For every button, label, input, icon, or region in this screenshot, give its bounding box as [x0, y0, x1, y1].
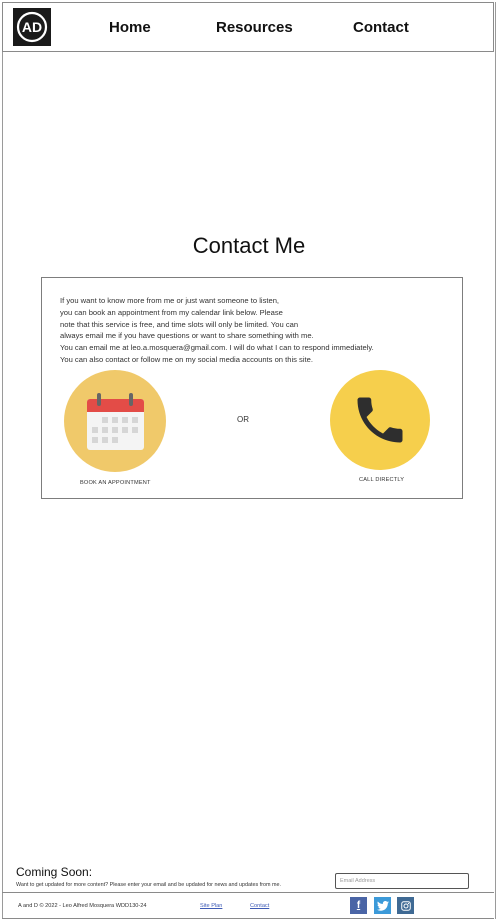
book-appointment-button[interactable]: [64, 370, 166, 477]
logo-mark: AD: [16, 11, 48, 43]
contact-paragraph: If you want to know more from me or just…: [60, 295, 440, 366]
paragraph-line: You can email me at leo.a.mosquera@gmail…: [60, 343, 374, 353]
newsletter-subtext: Want to get updated for more content? Pl…: [16, 882, 281, 888]
facebook-icon[interactable]: f: [350, 897, 367, 914]
copyright-text: A and D © 2022 - Leo Alfred Mosquera WDD…: [18, 903, 147, 909]
nav-resources[interactable]: Resources: [216, 19, 293, 36]
footer-contact-link[interactable]: Contact: [250, 903, 269, 909]
site-plan-link[interactable]: Site Plan: [200, 903, 222, 909]
instagram-icon[interactable]: [397, 897, 414, 914]
page-title: Contact Me: [192, 233, 306, 258]
or-label: OR: [237, 415, 249, 424]
paragraph-line: you can book an appointment from my cale…: [60, 307, 283, 317]
site-footer: A and D © 2022 - Leo Alfred Mosquera WDD…: [2, 892, 494, 919]
contact-card: If you want to know more from me or just…: [41, 277, 463, 499]
site-logo[interactable]: AD: [13, 8, 51, 46]
nav-home[interactable]: Home: [109, 19, 151, 36]
nav-contact[interactable]: Contact: [353, 19, 409, 36]
site-header: AD Home Resources Contact: [2, 2, 494, 52]
calendar-icon: [64, 370, 166, 472]
newsletter-heading: Coming Soon:: [16, 865, 93, 879]
email-input[interactable]: [335, 873, 469, 889]
phone-icon: [330, 370, 430, 470]
call-directly-label: CALL DIRECTLY: [359, 477, 405, 483]
paragraph-line: You can also contact or follow me on my …: [60, 354, 313, 364]
paragraph-line: If you want to know more from me or just…: [60, 296, 280, 305]
twitter-icon[interactable]: [374, 897, 391, 914]
paragraph-line: always email me if you have questions or…: [60, 331, 314, 341]
call-directly-button[interactable]: [330, 370, 430, 475]
book-appointment-label: BOOK AN APPOINTMENT: [80, 480, 151, 486]
paragraph-line: note that this service is free, and time…: [60, 319, 299, 329]
logo-text: AD: [22, 19, 42, 35]
